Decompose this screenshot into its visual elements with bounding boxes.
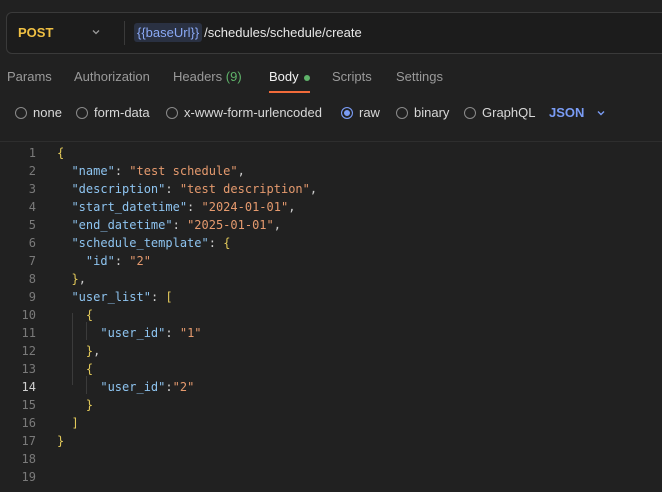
line-number: 8 [28, 272, 36, 286]
code-line[interactable]: ] [57, 414, 78, 432]
url-path: /schedules/schedule/create [204, 25, 362, 40]
code-line[interactable]: "name": "test schedule", [57, 162, 244, 180]
code-editor[interactable]: 1 {2 "name": "test schedule", 3 "descripti… [0, 142, 662, 492]
tab-settings[interactable]: Settings [396, 62, 443, 92]
code-line[interactable]: "start_datetime": "2024-01-01", [57, 198, 295, 216]
modified-dot-icon [303, 74, 310, 81]
code-line[interactable]: "schedule_template": { [57, 234, 230, 252]
line-number: 5 [28, 218, 36, 232]
line-number: 16 [21, 416, 36, 430]
tab-headers[interactable]: Headers (9) [173, 62, 242, 92]
tab-scripts[interactable]: Scripts [332, 62, 372, 92]
headers-count: (9) [225, 69, 242, 84]
line-number: 2 [28, 164, 36, 178]
code-line[interactable]: "user_list": [ [57, 288, 172, 306]
code-line[interactable]: "user_id":"2" [57, 378, 194, 396]
code-line[interactable]: { [57, 144, 64, 162]
code-line[interactable]: "user_id": "1" [57, 324, 201, 342]
line-number: 1 [28, 146, 36, 160]
body-type-raw[interactable]: raw [341, 100, 380, 126]
radio-icon[interactable] [464, 106, 476, 119]
code-line[interactable]: "description": "test description", [57, 180, 317, 198]
line-number: 4 [28, 200, 36, 214]
url-variable[interactable]: {{baseUrl}} [134, 23, 203, 42]
url-input[interactable]: {{baseUrl}}/schedules/schedule/create [134, 13, 362, 53]
code-line[interactable]: "id": "2" [57, 252, 151, 270]
line-number: 10 [21, 308, 36, 322]
line-number: 6 [28, 236, 36, 250]
body-type-form-data[interactable]: form-data [76, 100, 150, 126]
tab-params[interactable]: Params [7, 62, 52, 92]
body-type-graphql[interactable]: GraphQL [464, 100, 535, 126]
line-number: 12 [21, 344, 36, 358]
radio-icon[interactable] [166, 106, 178, 119]
chevron-down-icon[interactable] [596, 108, 606, 118]
body-type-none[interactable]: none [15, 100, 62, 126]
tab-body[interactable]: Body [269, 62, 310, 93]
radio-selected-icon[interactable] [341, 106, 353, 119]
code-line[interactable]: }, [57, 270, 85, 288]
line-number: 13 [21, 362, 36, 376]
request-tabs: Params Authorization Headers (9) Body Sc… [0, 62, 662, 93]
chevron-down-icon[interactable] [91, 27, 101, 37]
code-line[interactable]: }, [57, 342, 100, 360]
line-number: 19 [21, 470, 36, 484]
code-line[interactable]: } [57, 432, 64, 450]
radio-icon[interactable] [15, 106, 27, 119]
radio-icon[interactable] [76, 106, 88, 119]
line-number: 17 [21, 434, 36, 448]
code-line[interactable]: { [57, 360, 93, 378]
line-number: 9 [28, 290, 36, 304]
divider [124, 21, 125, 45]
line-number: 14 [21, 380, 36, 394]
request-bar: POST {{baseUrl}}/schedules/schedule/crea… [6, 12, 662, 54]
line-number: 7 [28, 254, 36, 268]
tab-authorization[interactable]: Authorization [74, 62, 150, 92]
line-number: 3 [28, 182, 36, 196]
line-number: 15 [21, 398, 36, 412]
line-number: 11 [21, 326, 36, 340]
code-line[interactable]: "end_datetime": "2025-01-01", [57, 216, 281, 234]
body-type-urlencoded[interactable]: x-www-form-urlencoded [166, 100, 322, 126]
language-select[interactable]: JSON [549, 100, 584, 126]
body-type-binary[interactable]: binary [396, 100, 449, 126]
line-number: 18 [21, 452, 36, 466]
code-line[interactable]: { [57, 306, 93, 324]
radio-icon[interactable] [396, 106, 408, 119]
method-select[interactable]: POST [18, 13, 53, 53]
code-line[interactable]: } [57, 396, 93, 414]
